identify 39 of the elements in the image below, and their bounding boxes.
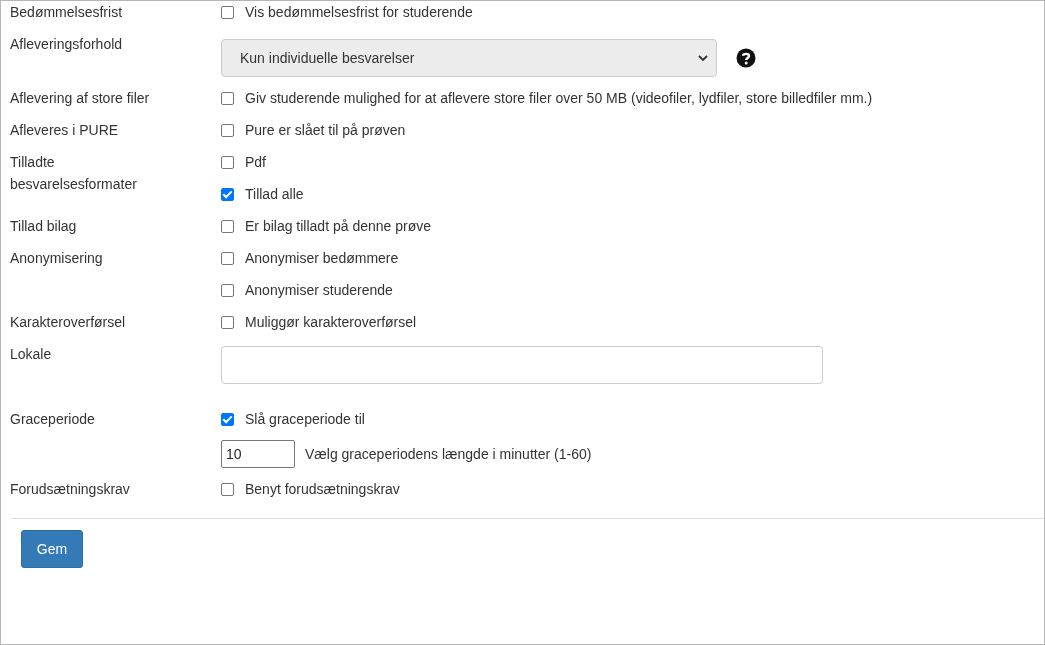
- checkbox[interactable]: [221, 123, 234, 137]
- checkbox-label: Giv studerende mulighed for at aflevere store filer over 50 MB (videofiler, lydfiler, store billedfiler mm.): [245, 90, 873, 106]
- checkbox[interactable]: [221, 155, 234, 169]
- field-label: Forudsætningskrav: [9, 480, 131, 499]
- checkbox-label: Benyt forudsætningskrav: [245, 481, 400, 497]
- checkbox[interactable]: [221, 219, 234, 233]
- checkbox-label: Pdf: [245, 154, 266, 170]
- checkbox[interactable]: [221, 482, 234, 496]
- checkbox[interactable]: [221, 412, 234, 426]
- field-label: Lokale: [9, 345, 53, 364]
- field-label: Graceperiode: [9, 410, 96, 429]
- input-field[interactable]: [221, 346, 823, 384]
- field-label: Karakteroverførsel: [9, 313, 127, 332]
- field-label: Afleveringsforhold: [9, 35, 124, 54]
- checkbox-label: Anonymiser studerende: [245, 282, 393, 298]
- checkbox[interactable]: [221, 5, 234, 19]
- checkbox[interactable]: [221, 251, 234, 265]
- chevron-icon: [698, 54, 708, 62]
- checkbox[interactable]: [221, 187, 234, 201]
- checkbox-label: Slå graceperiode til: [245, 411, 365, 427]
- checkbox[interactable]: [221, 315, 234, 329]
- checkbox-label: Anonymiser bedømmere: [245, 250, 399, 266]
- dropdown[interactable]: Kun individuelle besvarelser: [221, 39, 717, 77]
- field-label: Tilladte besvarelsesformater: [9, 153, 138, 194]
- field-label: Anonymisering: [9, 249, 104, 268]
- field-label: Bedømmelsesfrist: [9, 3, 124, 22]
- checkbox-label: Tillad alle: [245, 186, 304, 202]
- checkbox-label: Er bilag tilladt på denne prøve: [245, 218, 431, 234]
- field-hint: Vælg graceperiodens længde i minutter (1-60): [305, 446, 592, 462]
- field-label: Afleveres i PURE: [9, 121, 120, 140]
- checkbox-label: Vis bedømmelsesfrist for studerende: [245, 4, 473, 20]
- field-label: Aflevering af store filer: [9, 89, 151, 108]
- checkbox-label: Pure er slået til på prøven: [245, 122, 406, 138]
- save-button[interactable]: Gem: [21, 530, 83, 568]
- checkbox[interactable]: [221, 91, 234, 105]
- field-label: Tillad bilag: [9, 217, 78, 236]
- number-field[interactable]: 10: [221, 440, 295, 468]
- checkbox-label: Muliggør karakteroverførsel: [245, 314, 417, 330]
- checkbox[interactable]: [221, 283, 234, 297]
